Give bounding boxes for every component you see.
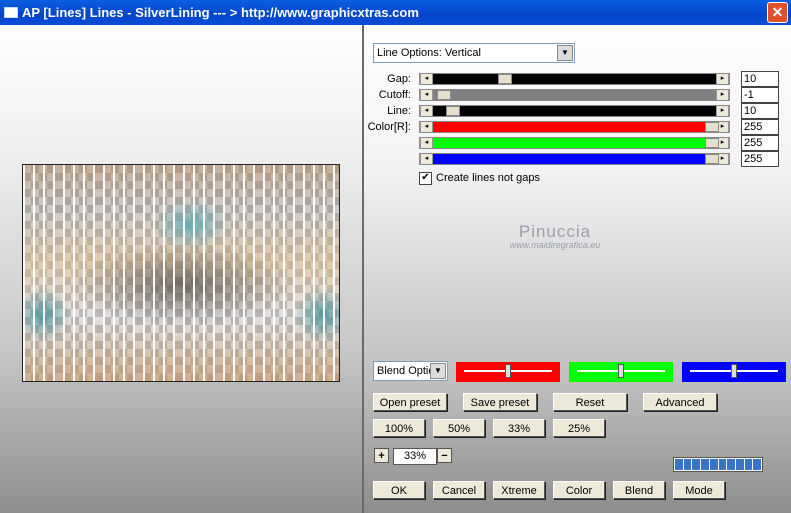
slider-fill	[432, 106, 717, 116]
slider-thumb[interactable]	[498, 74, 512, 84]
progress-bar	[673, 457, 763, 472]
blend-options-value: Blend Optic	[377, 365, 434, 377]
chevron-down-icon[interactable]: ▼	[430, 363, 446, 379]
slider-value-field[interactable]: 10	[741, 103, 779, 119]
preview-panel	[0, 25, 362, 513]
cancel-button[interactable]: Cancel	[433, 481, 485, 499]
slider-label: Line:	[387, 105, 411, 117]
arrow-right-icon[interactable]: ▸	[716, 74, 729, 84]
blend-options-select[interactable]: Blend Optic ▼	[373, 361, 448, 381]
zoom-in-button[interactable]: +	[374, 448, 389, 463]
blend-button[interactable]: Blend	[613, 481, 665, 499]
create-lines-checkbox[interactable]: ✔	[419, 172, 432, 185]
color-slider-knob[interactable]	[618, 364, 624, 378]
open-preset-button[interactable]: Open preset	[373, 393, 447, 411]
slider-thumb[interactable]	[705, 154, 719, 164]
color-box-red[interactable]	[456, 362, 560, 382]
slider-value-field[interactable]: 255	[741, 135, 779, 151]
arrow-right-icon[interactable]: ▸	[716, 90, 729, 100]
progress-segment	[727, 459, 735, 470]
mode-button[interactable]: Mode	[673, 481, 725, 499]
window-title: AP [Lines] Lines - SilverLining --- > ht…	[22, 5, 419, 20]
zoom-value[interactable]: 33%	[393, 448, 437, 465]
create-lines-label: Create lines not gaps	[436, 172, 540, 184]
watermark: Pinuccia www.maidiregrafica.eu	[495, 222, 615, 250]
slider-track[interactable]: ◂ ▸	[419, 73, 730, 85]
arrow-left-icon[interactable]: ◂	[420, 90, 433, 100]
slider-label: Cutoff:	[378, 89, 411, 101]
slider-track[interactable]: ◂ ▸	[419, 105, 730, 117]
progress-segment	[683, 459, 692, 470]
slider-label: Gap:	[387, 73, 411, 85]
slider-fill	[432, 122, 717, 132]
color-box-green[interactable]	[569, 362, 673, 382]
arrow-left-icon[interactable]: ◂	[420, 122, 433, 132]
slider-track[interactable]: ◂ ▸	[419, 137, 730, 149]
progress-segment	[718, 459, 727, 470]
title-bar: AP [Lines] Lines - SilverLining --- > ht…	[0, 0, 791, 25]
app-icon	[4, 7, 18, 18]
slider-fill	[432, 154, 717, 164]
arrow-left-icon[interactable]: ◂	[420, 74, 433, 84]
close-button[interactable]: ✕	[767, 2, 788, 23]
arrow-right-icon[interactable]: ▸	[716, 106, 729, 116]
slider-thumb[interactable]	[437, 90, 451, 100]
slider-fill	[432, 138, 717, 148]
progress-segment	[753, 459, 762, 470]
slider-track[interactable]: ◂ ▸	[419, 121, 730, 133]
ok-button[interactable]: OK	[373, 481, 425, 499]
color-slider-knob[interactable]	[505, 364, 511, 378]
line-options-select[interactable]: Line Options: Vertical ▼	[373, 43, 575, 63]
color-slider-knob[interactable]	[731, 364, 737, 378]
slider-thumb[interactable]	[705, 138, 719, 148]
progress-segment	[692, 459, 701, 470]
line-options-value: Line Options: Vertical	[377, 47, 481, 59]
chevron-down-icon[interactable]: ▼	[557, 45, 573, 61]
arrow-left-icon[interactable]: ◂	[420, 106, 433, 116]
slider-value-field[interactable]: 10	[741, 71, 779, 87]
zoom-100-button[interactable]: 100%	[373, 419, 425, 437]
color-box-blue[interactable]	[682, 362, 786, 382]
xtreme-button[interactable]: Xtreme	[493, 481, 545, 499]
arrow-left-icon[interactable]: ◂	[420, 154, 433, 164]
progress-segment	[675, 459, 683, 470]
slider-value-field[interactable]: -1	[741, 87, 779, 103]
slider-thumb[interactable]	[446, 106, 460, 116]
reset-button[interactable]: Reset	[553, 393, 627, 411]
progress-segment	[744, 459, 753, 470]
slider-label: Color[R]:	[367, 121, 411, 133]
slider-track[interactable]: ◂ ▸	[419, 89, 730, 101]
zoom-25-button[interactable]: 25%	[553, 419, 605, 437]
slider-track[interactable]: ◂ ▸	[419, 153, 730, 165]
slider-value-field[interactable]: 255	[741, 119, 779, 135]
watermark-name: Pinuccia	[518, 222, 592, 241]
slider-fill	[432, 74, 717, 84]
preview-image	[22, 164, 340, 382]
zoom-out-button[interactable]: −	[437, 448, 452, 463]
watermark-site: www.maidiregrafica.eu	[509, 240, 601, 250]
arrow-left-icon[interactable]: ◂	[420, 138, 433, 148]
zoom-33-button[interactable]: 33%	[493, 419, 545, 437]
save-preset-button[interactable]: Save preset	[463, 393, 537, 411]
slider-value-field[interactable]: 255	[741, 151, 779, 167]
color-button[interactable]: Color	[553, 481, 605, 499]
preview-lines	[23, 165, 339, 381]
progress-segment	[735, 459, 744, 470]
advanced-button[interactable]: Advanced	[643, 393, 717, 411]
zoom-50-button[interactable]: 50%	[433, 419, 485, 437]
progress-segment	[701, 459, 709, 470]
slider-fill	[432, 90, 717, 100]
progress-segment	[709, 459, 718, 470]
slider-thumb[interactable]	[705, 122, 719, 132]
